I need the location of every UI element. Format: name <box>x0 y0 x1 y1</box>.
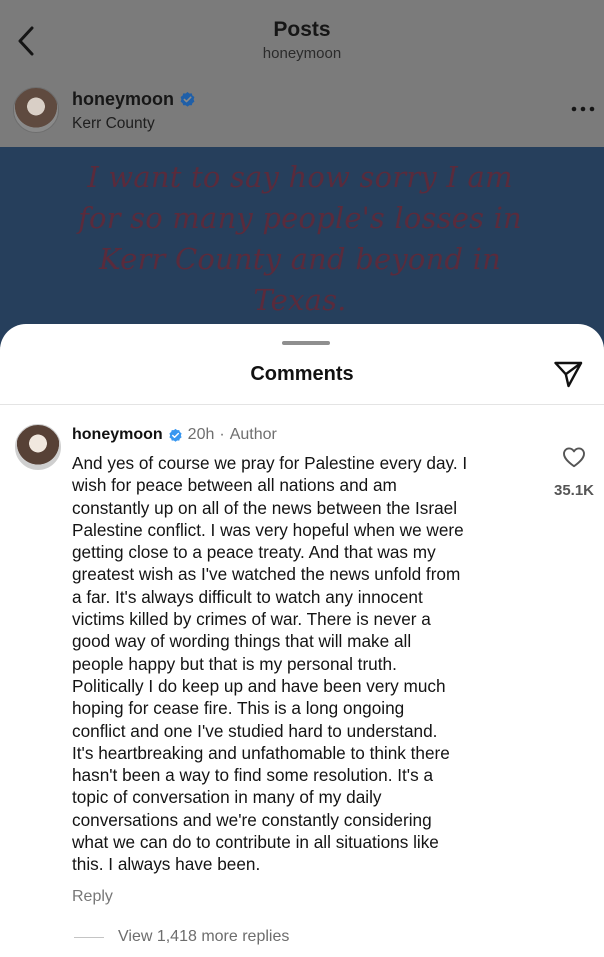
comment-text-line: topic of conversation in many of my dail… <box>72 787 382 808</box>
comment-author-username[interactable]: honeymoon <box>72 426 163 444</box>
comment-text-line: a far. It's always difficult to watch an… <box>72 586 423 607</box>
drag-handle[interactable] <box>282 341 330 345</box>
post-author[interactable]: honeymoon <box>72 89 196 110</box>
like-count: 35.1K <box>553 482 595 499</box>
comment-text-line: what we can do to contribute in all situ… <box>72 832 439 853</box>
divider <box>0 404 604 405</box>
author-label: Author <box>229 426 277 443</box>
view-replies-label: View 1,418 more replies <box>118 928 290 945</box>
comment-text-line: getting close to a peace treaty. And tha… <box>72 542 436 563</box>
post-image-text: I want to say how sorry I am for so many… <box>60 157 540 321</box>
comment-text-line: conversations and we're constantly consi… <box>72 809 432 830</box>
page-title: Posts <box>273 18 331 41</box>
comment-text-line: It's heartbreaking and unfathomable to t… <box>72 742 450 763</box>
page-subtitle: honeymoon <box>262 45 342 62</box>
comment-text: And yes of course we pray for Palestine … <box>72 452 542 876</box>
post-image-text-line: I want to say how sorry I am <box>87 160 513 194</box>
comment-timestamp: 20h <box>187 426 215 443</box>
comment-text-line: wish for peace between all nations and a… <box>72 475 397 496</box>
post-image-text-line: Texas. <box>253 283 347 317</box>
view-replies-button[interactable]: View 1,418 more replies <box>74 928 289 946</box>
comment-text-line: Palestine conflict. I was very hopeful w… <box>72 519 464 540</box>
comment-text-line: people happy but that is my personal tru… <box>72 653 397 674</box>
replies-divider-line <box>74 936 104 938</box>
comment-text-line: this. I always have been. <box>72 854 261 875</box>
reply-button[interactable]: Reply <box>72 888 113 906</box>
comment-text-line: good way of wording things that will mak… <box>72 631 412 652</box>
comment-text-line: conflict and one I've studied hard to un… <box>72 720 438 741</box>
more-horizontal-icon <box>571 106 595 112</box>
post-image-text-line: Kerr County and beyond in <box>99 242 501 276</box>
like-button[interactable] <box>562 446 586 468</box>
post-author-username: honeymoon <box>72 89 174 109</box>
comments-title: Comments <box>250 363 354 385</box>
post-location[interactable]: Kerr County <box>72 115 155 133</box>
comment-meta: honeymoon 20h · Author <box>72 426 277 444</box>
post-image-text-line: for so many people's losses in <box>78 201 522 235</box>
top-bar: Posts honeymoon <box>0 0 604 78</box>
verified-badge-icon <box>169 428 182 442</box>
verified-badge-icon <box>180 92 195 107</box>
heart-outline-icon <box>563 447 585 468</box>
comment-text-line: victims killed by crimes of war. There i… <box>72 609 431 630</box>
more-options-button[interactable] <box>570 100 596 118</box>
comments-sheet: Comments honeymoon 20h · Author And yes … <box>0 324 604 957</box>
screen: Posts honeymoon honeymoon Kerr County I … <box>0 0 604 957</box>
comment-author-avatar[interactable] <box>15 424 61 470</box>
post-image[interactable]: I want to say how sorry I am for so many… <box>0 147 604 347</box>
comment-text-line: constantly up on all of the news between… <box>72 497 458 518</box>
meta-separator: · <box>219 426 225 443</box>
comment-text-line: hasn't been a way to find some resolutio… <box>72 765 434 786</box>
comment-text-line: greatest wish as I've watched the news u… <box>72 564 461 585</box>
comment-text-line: Politically I do keep up and have been v… <box>72 675 446 696</box>
comment-text-line: hoping for cease fire. This is a long on… <box>72 698 405 719</box>
share-button[interactable] <box>552 358 584 390</box>
comment-text-line: And yes of course we pray for Palestine … <box>72 453 468 473</box>
paper-plane-icon <box>554 361 583 388</box>
post-author-avatar[interactable] <box>13 87 59 133</box>
post-header: honeymoon Kerr County <box>0 80 604 146</box>
